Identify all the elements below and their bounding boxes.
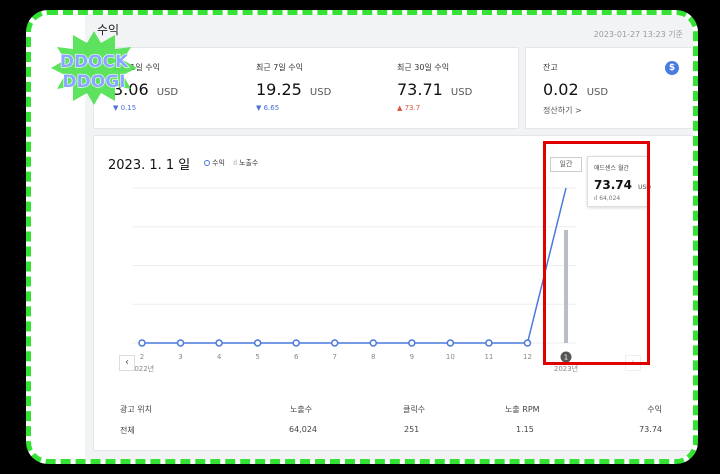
year-label: 2023년 (554, 364, 578, 373)
cell-ad-position: 전체 (120, 426, 135, 435)
revenue-point (408, 339, 416, 347)
revenue-point (485, 339, 493, 347)
x-tick-label: 12 (523, 353, 532, 361)
highlight-box (543, 141, 650, 365)
stat-unit: USD (309, 87, 332, 98)
col-header-impressions: 노출수 (290, 405, 313, 414)
revenue-point (446, 339, 455, 347)
stat-unit: USD (156, 87, 179, 98)
table-header-row: 광고 위치 노출수 클릭수 노출 RPM 수익 (94, 404, 693, 418)
col-header-revenue: 수익 (647, 405, 662, 414)
cell-revenue: 73.74 (639, 425, 662, 434)
balance-unit: USD (586, 87, 609, 98)
cell-rpm: 1.15 (516, 425, 534, 434)
x-tick-label: 6 (294, 353, 299, 361)
x-tick-label: 4 (217, 353, 222, 361)
x-tick-label: 5 (255, 353, 259, 361)
top-bar: 수익 2023-01-27 13:23 기준 (93, 19, 683, 41)
x-tick-label: 9 (410, 353, 414, 361)
x-tick-label: 7 (332, 353, 336, 361)
revenue-point (138, 339, 146, 347)
col-header-ad-position: 광고 위치 (120, 405, 152, 414)
balance-label: 잔고 (543, 63, 558, 72)
balance-card: 잔고 0.02 USD 정산하기 > $ (525, 47, 693, 129)
stat-label: 최근 7일 수익 (256, 63, 303, 72)
stat-unit: USD (450, 87, 473, 98)
stat-label: 최근 30일 수익 (397, 63, 450, 72)
settle-link[interactable]: 정산하기 > (543, 105, 673, 116)
revenue-point (330, 339, 339, 347)
revenue-point (523, 339, 532, 347)
col-header-rpm: 노출 RPM (505, 405, 540, 414)
dollar-icon: $ (665, 61, 679, 75)
cell-impressions: 64,024 (289, 425, 317, 434)
stat-delta: ▼ 6.65 (256, 104, 280, 112)
revenue-point (253, 339, 262, 347)
revenue-point (215, 339, 223, 347)
sticker-line1: DDOCK (60, 52, 129, 72)
balance-value: 0.02 (543, 80, 579, 99)
revenue-point (292, 339, 300, 347)
updated-timestamp: 2023-01-27 13:23 기준 (593, 30, 683, 39)
revenue-summary-card: 최근 1일 수익 3.06 USD ▼ 0.15 최근 7일 수익 19.25 … (93, 47, 519, 129)
sticker-line2: DDOGI (63, 72, 126, 92)
x-tick-label: 2 (140, 353, 144, 361)
stat-7day: 최근 7일 수익 19.25 USD ▼ 6.65 (256, 62, 386, 112)
balance-stat: 잔고 0.02 USD 정산하기 > (543, 62, 673, 116)
x-tick-label: 10 (446, 353, 455, 361)
chart-prev-button[interactable]: ‹ (119, 355, 135, 371)
table-row: 전체 64,024 251 1.15 73.74 (94, 425, 693, 439)
cell-clicks: 251 (404, 425, 420, 434)
x-tick-label: 8 (371, 353, 375, 361)
x-tick-label: 11 (484, 353, 493, 361)
ddock-ddogi-sticker: DDOCK DDOGI (51, 31, 137, 105)
stat-value: 19.25 (256, 80, 302, 99)
revenue-point (176, 339, 185, 347)
stat-value: 73.71 (397, 80, 443, 99)
stat-30day: 최근 30일 수익 73.71 USD ▲ 73.7 (397, 62, 527, 112)
col-header-clicks: 클릭수 (403, 405, 426, 414)
revenue-point (369, 339, 378, 347)
x-tick-label: 3 (178, 353, 182, 361)
stat-delta: ▲ 73.7 (397, 104, 421, 112)
